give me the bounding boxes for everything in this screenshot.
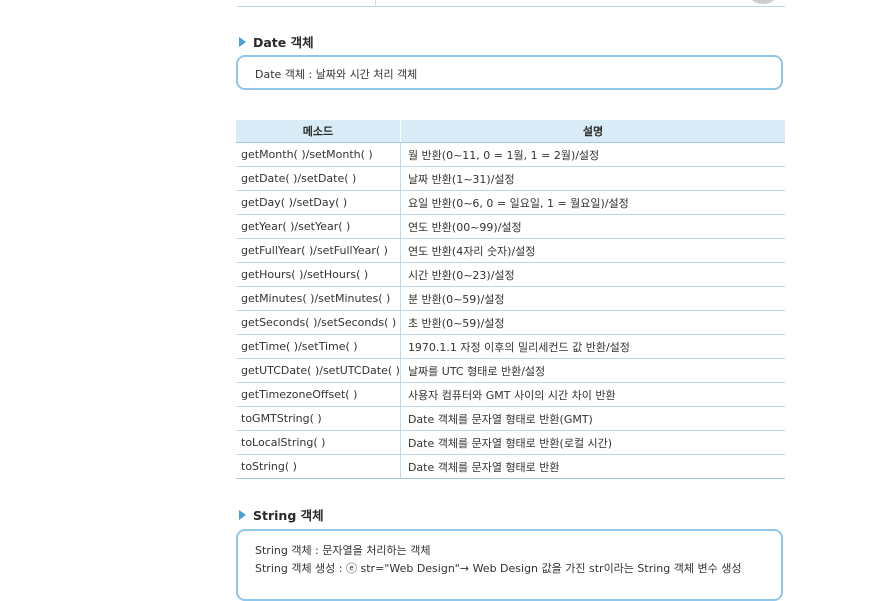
string-box-line-2: String 객체 생성 : ⓔ str="Web Design"→ Web D… <box>255 562 742 575</box>
method-cell: getYear( )/setYear( ) <box>236 214 401 239</box>
string-info-box: String 객체 : 문자열을 처리하는 객체 String 객체 생성 : … <box>236 529 783 601</box>
table-row: toLocalString( ) Date 객체를 문자열 형태로 반환(로컬 시… <box>236 430 785 455</box>
description-cell: 1970.1.1 자정 이후의 밀리세컨드 값 반환/설정 <box>400 334 785 359</box>
method-cell: toGMTString( ) <box>236 406 401 431</box>
method-cell: getDate( )/setDate( ) <box>236 166 401 191</box>
description-cell: 요일 반환(0~6, 0 = 일요일, 1 = 월요일)/설정 <box>400 190 785 215</box>
string-heading-text: String 객체 <box>253 508 324 523</box>
table-row: getUTCDate( )/setUTCDate( ) 날짜를 UTC 형태로 반… <box>236 358 785 383</box>
previous-table-divider <box>375 0 376 6</box>
table-row: getMinutes( )/setMinutes( ) 분 반환(0~59)/설정 <box>236 286 785 311</box>
method-cell: getMonth( )/setMonth( ) <box>236 142 401 167</box>
triangle-bullet-icon <box>239 36 246 47</box>
method-cell: getFullYear( )/setFullYear( ) <box>236 238 401 263</box>
table-row: getYear( )/setYear( ) 연도 반환(00~99)/설정 <box>236 214 785 239</box>
header-method: 메소드 <box>236 120 401 143</box>
table-row: getDate( )/setDate( ) 날짜 반환(1~31)/설정 <box>236 166 785 191</box>
triangle-bullet-icon <box>239 509 246 520</box>
method-cell: getHours( )/setHours( ) <box>236 262 401 287</box>
table-row: getMonth( )/setMonth( ) 월 반환(0~11, 0 = 1월… <box>236 142 785 167</box>
date-box-text: Date 객체 : 날짜와 시간 처리 객체 <box>255 68 418 81</box>
description-cell: 분 반환(0~59)/설정 <box>400 286 785 311</box>
method-cell: toLocalString( ) <box>236 430 401 455</box>
date-section-heading: Date 객체 <box>239 32 314 51</box>
date-heading-text: Date 객체 <box>253 35 314 50</box>
description-cell: Date 객체를 문자열 형태로 반환(로컬 시간) <box>400 430 785 455</box>
previous-table-edge <box>237 0 785 7</box>
method-cell: getSeconds( )/setSeconds( ) <box>236 310 401 335</box>
table-row: toString( ) Date 객체를 문자열 형태로 반환 <box>236 454 785 479</box>
description-cell: 사용자 컴퓨터와 GMT 사이의 시간 차이 반환 <box>400 382 785 407</box>
method-cell: toString( ) <box>236 454 401 479</box>
method-cell: getMinutes( )/setMinutes( ) <box>236 286 401 311</box>
table-header-row: 메소드 설명 <box>236 120 785 143</box>
table-row: getFullYear( )/setFullYear( ) 연도 반환(4자리 숫… <box>236 238 785 263</box>
description-cell: 시간 반환(0~23)/설정 <box>400 262 785 287</box>
method-cell: getDay( )/setDay( ) <box>236 190 401 215</box>
method-cell: getUTCDate( )/setUTCDate( ) <box>236 358 401 383</box>
description-cell: 연도 반환(4자리 숫자)/설정 <box>400 238 785 263</box>
string-section-heading: String 객체 <box>239 505 324 524</box>
method-cell: getTime( )/setTime( ) <box>236 334 401 359</box>
table-row: getSeconds( )/setSeconds( ) 초 반환(0~59)/설정 <box>236 310 785 335</box>
table-row: getTimezoneOffset( ) 사용자 컴퓨터와 GMT 사이의 시간 … <box>236 382 785 407</box>
table-row: getTime( )/setTime( ) 1970.1.1 자정 이후의 밀리세… <box>236 334 785 359</box>
table-row: getDay( )/setDay( ) 요일 반환(0~6, 0 = 일요일, 1… <box>236 190 785 215</box>
description-cell: 날짜를 UTC 형태로 반환/설정 <box>400 358 785 383</box>
description-cell: 연도 반환(00~99)/설정 <box>400 214 785 239</box>
table-row: toGMTString( ) Date 객체를 문자열 형태로 반환(GMT) <box>236 406 785 431</box>
description-cell: 월 반환(0~11, 0 = 1월, 1 = 2월)/설정 <box>400 142 785 167</box>
header-description: 설명 <box>400 120 785 143</box>
date-methods-table: 메소드 설명 getMonth( )/setMonth( ) 월 반환(0~11,… <box>236 120 785 479</box>
description-cell: Date 객체를 문자열 형태로 반환(GMT) <box>400 406 785 431</box>
method-cell: getTimezoneOffset( ) <box>236 382 401 407</box>
description-cell: Date 객체를 문자열 형태로 반환 <box>400 454 785 479</box>
date-info-box: Date 객체 : 날짜와 시간 처리 객체 <box>236 55 783 90</box>
string-box-line-1: String 객체 : 문자열을 처리하는 객체 <box>255 544 431 557</box>
table-row: getHours( )/setHours( ) 시간 반환(0~23)/설정 <box>236 262 785 287</box>
description-cell: 날짜 반환(1~31)/설정 <box>400 166 785 191</box>
description-cell: 초 반환(0~59)/설정 <box>400 310 785 335</box>
